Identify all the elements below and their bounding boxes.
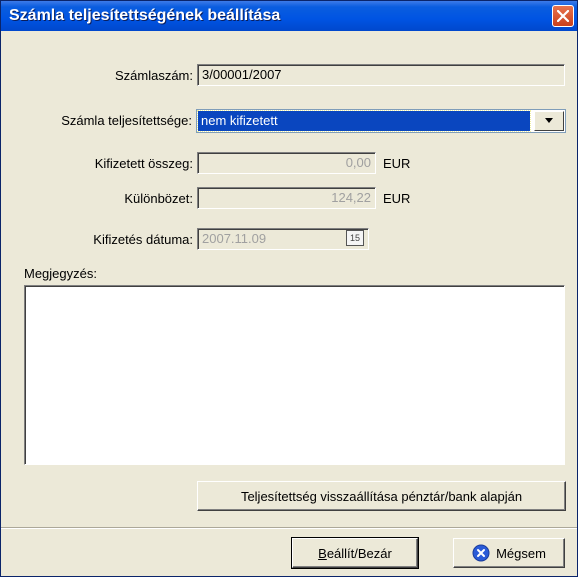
cancel-button[interactable]: Mégsem bbox=[453, 538, 565, 568]
note-textarea[interactable] bbox=[24, 285, 565, 465]
difference-field: 124,22 bbox=[197, 187, 376, 209]
apply-close-mnemonic: B bbox=[318, 545, 327, 561]
paid-amount-field[interactable]: 0,00 bbox=[197, 152, 376, 174]
close-button[interactable] bbox=[552, 5, 574, 27]
status-label: Számla teljesítettsége: bbox=[61, 113, 192, 128]
invoice-number-field: 3/00001/2007 bbox=[197, 64, 565, 86]
cancel-label: Mégsem bbox=[496, 545, 546, 561]
apply-close-button[interactable]: Beállít/Bezár bbox=[291, 537, 419, 569]
dropdown-arrow-icon bbox=[545, 118, 553, 123]
window-title: Számla teljesítettségének beállítása bbox=[9, 7, 281, 24]
difference-unit: EUR bbox=[383, 191, 411, 206]
status-selected-value[interactable]: nem kifizetett bbox=[197, 110, 531, 132]
status-dropdown-button[interactable] bbox=[534, 111, 564, 131]
restore-status-button[interactable]: Teljesítettség visszaállítása pénztár/ba… bbox=[197, 481, 566, 511]
apply-close-label: eállít/Bezár bbox=[326, 545, 392, 561]
invoice-number-label: Számlaszám: bbox=[114, 68, 193, 83]
dialog-window: Számla teljesítettségének beállítása Szá… bbox=[0, 0, 578, 577]
calendar-icon[interactable]: 15 bbox=[346, 230, 364, 246]
cancel-icon bbox=[472, 544, 490, 562]
status-dropdown[interactable]: nem kifizetett bbox=[196, 109, 566, 133]
title-bar[interactable]: Számla teljesítettségének beállítása bbox=[1, 1, 577, 31]
difference-label: Különbözet: bbox=[124, 191, 193, 206]
payment-date-field[interactable]: 2007.11.09 bbox=[197, 228, 369, 250]
close-icon bbox=[557, 10, 569, 22]
button-separator bbox=[1, 527, 577, 529]
paid-amount-label: Kifizetett összeg: bbox=[94, 156, 193, 171]
paid-amount-unit: EUR bbox=[383, 156, 411, 171]
payment-date-label: Kifizetés dátuma: bbox=[93, 232, 193, 247]
note-label: Megjegyzés: bbox=[24, 266, 97, 281]
